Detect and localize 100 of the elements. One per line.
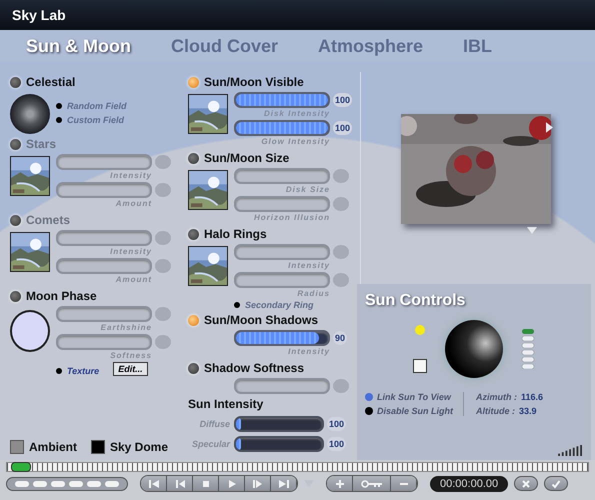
section-title: Sun/Moon Size <box>204 151 290 165</box>
tab[interactable]: IBL <box>463 36 492 56</box>
toggle-light[interactable] <box>188 76 199 88</box>
value-bubble <box>333 169 349 183</box>
skip-start-button[interactable] <box>141 476 167 491</box>
toggle-light[interactable] <box>10 290 21 302</box>
slider-label: Intensity <box>287 260 330 272</box>
section-title: Stars <box>26 137 56 151</box>
timeline-handle[interactable] <box>11 462 31 472</box>
value-bubble <box>333 245 349 259</box>
key-icon <box>358 478 384 488</box>
value-bubble <box>155 307 171 321</box>
button-stack-icon[interactable] <box>521 329 535 369</box>
step-back-button[interactable] <box>167 476 193 491</box>
play-button[interactable] <box>219 476 245 491</box>
stop-button[interactable] <box>193 476 219 491</box>
sun-indicator-icon <box>415 325 425 335</box>
readout-value: 116.6 <box>521 392 544 402</box>
toggle-light[interactable] <box>10 76 21 88</box>
readout-value: 33.9 <box>519 406 537 416</box>
trackball[interactable] <box>445 320 503 378</box>
section-title: Sun Controls <box>365 292 466 310</box>
readout-label: Altitude : <box>476 406 516 416</box>
cancel-button[interactable] <box>514 476 538 491</box>
value-bubble <box>155 231 171 245</box>
slider-label: Horizon Illusion <box>253 212 330 224</box>
slider-label: Intensity <box>109 246 152 258</box>
slider-label: Amount <box>114 198 152 210</box>
section-title: Moon Phase <box>26 289 97 303</box>
check-icon <box>551 478 562 488</box>
signal-bars-icon <box>557 445 585 456</box>
section-title: Sun/Moon Visible <box>204 75 304 89</box>
tab[interactable]: Atmosphere <box>318 36 424 56</box>
option-label: Disable Sun Light <box>377 406 454 416</box>
section-title: Celestial <box>26 75 76 89</box>
value-readout: 100 <box>333 121 352 135</box>
color-swatch[interactable] <box>91 440 105 454</box>
radio-option[interactable]: Random Field <box>56 101 127 111</box>
value-bubble <box>333 273 349 287</box>
radio-option[interactable]: Texture <box>56 366 100 376</box>
slider[interactable] <box>234 92 330 108</box>
slider[interactable] <box>234 416 324 432</box>
slider-label: Intensity <box>109 170 152 182</box>
color-swatch[interactable] <box>10 440 24 454</box>
slider-label: Softness <box>109 350 152 362</box>
option-label: Link Sun To View <box>377 392 451 402</box>
value-readout: 90 <box>333 331 348 345</box>
tab[interactable]: Cloud Cover <box>170 36 278 56</box>
square-button[interactable] <box>413 359 427 373</box>
window-title: Sky Lab <box>12 7 66 23</box>
slider-label: Earthshine <box>100 322 152 334</box>
section-title: Sun/Moon Shadows <box>204 313 318 327</box>
value-readout: 100 <box>333 93 352 107</box>
section-title: Sun Intensity <box>188 397 264 411</box>
value-bubble <box>333 197 349 211</box>
close-icon <box>521 478 532 488</box>
slider-label: Diffuse <box>198 418 230 430</box>
confirm-button[interactable] <box>544 476 568 491</box>
value-bubble <box>155 259 171 273</box>
slider-label: Intensity <box>287 346 330 358</box>
toggle-light[interactable] <box>188 228 199 240</box>
toggle-light[interactable] <box>188 314 199 326</box>
edit-button[interactable]: Edit... <box>113 362 148 376</box>
toggle-light[interactable] <box>188 152 199 164</box>
right-triangle-icon[interactable] <box>546 122 553 133</box>
value-readout: 100 <box>327 417 346 431</box>
radio-option[interactable]: Custom Field <box>56 115 127 125</box>
section-title: Halo Rings <box>204 227 267 241</box>
value-readout: 100 <box>327 437 346 451</box>
slider-label: Disk Intensity <box>262 108 330 120</box>
step-forward-button[interactable] <box>245 476 271 491</box>
toggle-light[interactable] <box>188 362 199 374</box>
slider[interactable] <box>234 436 324 452</box>
celestial-sphere[interactable] <box>10 94 50 134</box>
slider-label: Amount <box>114 274 152 286</box>
memory-dots-button[interactable] <box>6 476 128 490</box>
swatch-label: Ambient <box>29 440 77 454</box>
moon-swatch[interactable] <box>10 310 50 352</box>
value-bubble <box>155 335 171 349</box>
key-button[interactable] <box>353 476 391 491</box>
remove-key-button[interactable] <box>391 476 417 491</box>
tab[interactable]: Sun & Moon <box>26 36 131 56</box>
section-title: Shadow Softness <box>204 361 304 375</box>
section-title: Comets <box>26 213 70 227</box>
value-bubble <box>155 183 171 197</box>
radio-dot[interactable] <box>365 407 373 415</box>
slider-label: Specular <box>190 438 230 450</box>
radio-option[interactable]: Secondary Ring <box>234 300 314 310</box>
slider[interactable] <box>234 330 330 346</box>
skip-forward-icon <box>276 478 290 488</box>
readout-label: Azimuth : <box>476 392 518 402</box>
slider-label: Radius <box>296 288 330 300</box>
slider-label: Disk Size <box>284 184 330 196</box>
skip-forward-icon <box>250 478 264 488</box>
skip-back-icon <box>146 478 160 488</box>
skip-end-button[interactable] <box>271 476 297 491</box>
add-key-button[interactable] <box>327 476 353 491</box>
slider[interactable] <box>234 120 330 136</box>
timeline[interactable] <box>6 462 589 472</box>
radio-dot[interactable] <box>365 393 373 401</box>
